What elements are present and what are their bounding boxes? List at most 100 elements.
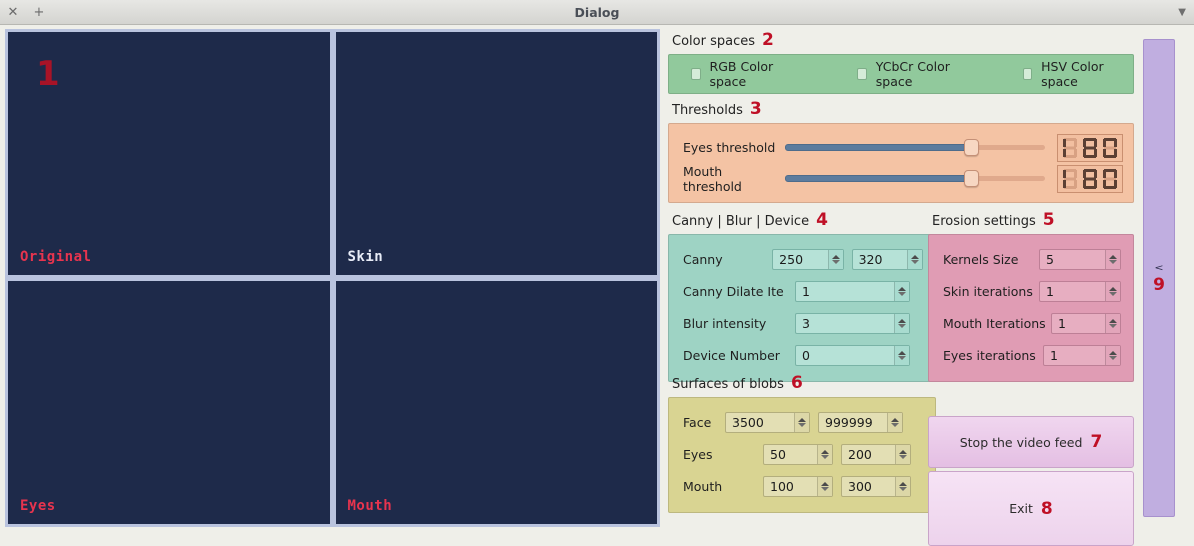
checkbox-rgb-color-space[interactable]: RGB Color space (691, 59, 788, 89)
spinbox-eyes-max[interactable]: 200 (841, 443, 911, 465)
spinbox-eyes-iterations[interactable]: 1 (1043, 344, 1121, 366)
section-label: Surfaces of blobs (672, 377, 784, 392)
spinner-arrows-icon[interactable] (894, 345, 909, 365)
lcd-mouth-threshold: 180 (1056, 164, 1123, 193)
chevron-down-icon[interactable]: ▼ (1178, 0, 1186, 25)
spinbox-mouth-max[interactable]: 300 (841, 475, 911, 497)
window-title: Dialog (574, 4, 620, 20)
spinbox-canny-dilate-ite[interactable]: 1 (795, 280, 910, 302)
spinner-arrows-icon[interactable] (817, 444, 832, 464)
video-panel-skin[interactable]: Skin (335, 32, 657, 275)
chevron-left-icon[interactable]: < (1154, 263, 1163, 272)
field-label-mouth: Mouth (683, 478, 723, 494)
spinbox-value: 1 (1058, 315, 1066, 331)
spinner-arrows-icon[interactable] (895, 476, 910, 496)
threshold-label-mouth: Mouth threshold (683, 163, 742, 194)
close-icon[interactable]: ✕ (0, 0, 26, 25)
video-panel-eyes[interactable]: Eyes (8, 281, 330, 524)
checkbox-icon[interactable] (857, 68, 867, 80)
callout-marker-5: 5 (1042, 210, 1055, 230)
spinner-arrows-icon[interactable] (1105, 281, 1120, 301)
checkbox-ycbcr-color-space[interactable]: YCbCr Color space (857, 59, 962, 89)
spinbox-canny-low[interactable]: 250 (772, 248, 844, 270)
spinbox-value: 300 (848, 478, 872, 494)
spinbox-device-number[interactable]: 0 (795, 344, 910, 366)
spinbox-value: 3500 (732, 414, 764, 430)
checkbox-hsv-color-space[interactable]: HSV Color space (1022, 59, 1119, 89)
field-row-face: Face 3500 999999 (683, 406, 923, 438)
spinbox-value: 0 (802, 347, 810, 363)
spinbox-kernels-size[interactable]: 5 (1039, 248, 1121, 270)
section-title-canny: Canny | Blur | Device 4 (672, 210, 936, 230)
checkbox-icon[interactable] (1022, 68, 1033, 80)
button-label: Exit (1009, 501, 1033, 516)
slider-handle[interactable] (963, 139, 979, 156)
field-label-device-number: Device Number (683, 347, 780, 363)
spinner-arrows-icon[interactable] (1105, 249, 1120, 269)
blobs-panel: Face 3500 999999 Eyes 50 200 Mouth 100 3… (668, 397, 936, 513)
exit-button[interactable]: Exit 8 (928, 471, 1134, 546)
spinbox-mouth-min[interactable]: 100 (763, 475, 833, 497)
field-row-blur-intensity: Blur intensity 3 (683, 307, 923, 339)
spinbox-canny-high[interactable]: 320 (851, 248, 923, 270)
field-row-eyes: Eyes 50 200 (683, 438, 923, 470)
spinbox-eyes-min[interactable]: 50 (763, 443, 833, 465)
color-spaces-panel: RGB Color space YCbCr Color space HSV Co… (668, 54, 1134, 94)
spinner-arrows-icon[interactable] (894, 313, 909, 333)
seven-segment-display (1063, 168, 1117, 189)
section-title-erosion: Erosion settings 5 (932, 210, 1134, 230)
spinner-arrows-icon[interactable] (1105, 345, 1120, 365)
spinbox-blur-intensity[interactable]: 3 (795, 312, 910, 334)
spinner-arrows-icon[interactable] (794, 412, 809, 432)
callout-marker-4: 4 (816, 210, 828, 230)
spinbox-value: 100 (770, 478, 794, 494)
slider-handle[interactable] (963, 170, 979, 187)
spinner-arrows-icon[interactable] (817, 476, 832, 496)
spinbox-mouth-iterations[interactable]: 1 (1051, 312, 1121, 334)
spinner-arrows-icon[interactable] (887, 412, 902, 432)
erosion-panel: Kernels Size 5 Skin iterations 1 Mouth I… (928, 234, 1134, 382)
panel-collapse-splitter[interactable]: < 9 (1143, 39, 1175, 517)
section-title-blobs: Surfaces of blobs 6 (672, 373, 936, 393)
section-label: Erosion settings (932, 214, 1036, 229)
checkbox-icon[interactable] (691, 68, 701, 80)
spinbox-face-max[interactable]: 999999 (818, 411, 903, 433)
video-panel-label-mouth: Mouth (347, 498, 393, 514)
slider-mouth-threshold[interactable] (784, 170, 1045, 188)
spinbox-value: 5 (1046, 251, 1054, 267)
video-panel-original[interactable]: 1 Original (8, 32, 330, 275)
video-panel-mouth[interactable]: Mouth (335, 281, 657, 524)
slider-fill (784, 144, 971, 151)
section-label: Color spaces (672, 34, 755, 49)
spinner-arrows-icon[interactable] (827, 249, 843, 269)
plus-icon[interactable]: + (26, 0, 52, 25)
window-titlebar: ✕ + Dialog ▼ (0, 0, 1194, 25)
field-label-face: Face (683, 414, 712, 430)
spinner-arrows-icon[interactable] (1105, 313, 1120, 333)
spinbox-face-min[interactable]: 3500 (725, 411, 810, 433)
stop-video-feed-button[interactable]: Stop the video feed 7 (928, 416, 1134, 468)
section-canny-blur-device: Canny | Blur | Device 4 Canny 250 320 Ca… (668, 210, 936, 382)
spinner-arrows-icon[interactable] (894, 281, 909, 301)
spinner-arrows-icon[interactable] (906, 249, 922, 269)
slider-eyes-threshold[interactable] (784, 139, 1045, 157)
canny-panel: Canny 250 320 Canny Dilate Ite 1 Blur in… (668, 234, 936, 382)
callout-marker-8: 8 (1040, 498, 1053, 519)
spinbox-value: 320 (858, 251, 883, 267)
spinner-arrows-icon[interactable] (895, 444, 910, 464)
field-label-mouth-iterations: Mouth Iterations (943, 315, 1046, 331)
spinbox-value: 1 (1046, 283, 1054, 299)
field-row-canny-dilate-ite: Canny Dilate Ite 1 (683, 275, 923, 307)
field-row-mouth: Mouth 100 300 (683, 470, 923, 502)
spinbox-value: 1 (802, 283, 810, 299)
checkbox-label: YCbCr Color space (875, 59, 950, 89)
field-row-kernels-size: Kernels Size 5 (943, 243, 1123, 275)
spinbox-value: 1 (1050, 347, 1058, 363)
seven-segment-display (1063, 137, 1117, 158)
field-row-mouth-iterations: Mouth Iterations 1 (943, 307, 1123, 339)
video-panel-label-eyes: Eyes (20, 498, 56, 514)
threshold-label-eyes: Eyes threshold (683, 140, 776, 155)
spinbox-skin-iterations[interactable]: 1 (1039, 280, 1121, 302)
callout-marker-2: 2 (761, 30, 774, 50)
section-title-thresholds: Thresholds 3 (672, 99, 1134, 119)
